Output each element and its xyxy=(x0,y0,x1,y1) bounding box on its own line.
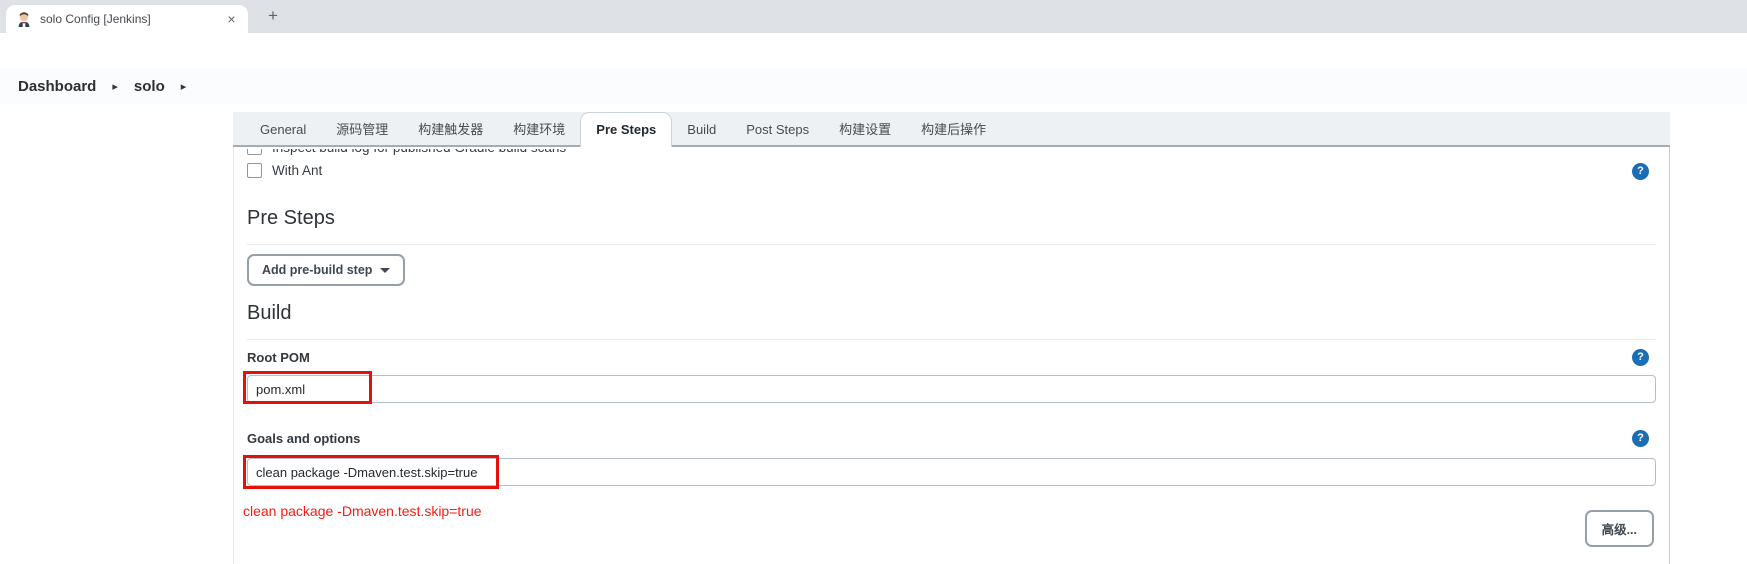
build-heading: Build xyxy=(247,302,291,325)
tab-build[interactable]: Build xyxy=(672,112,731,145)
tab-build-environment[interactable]: 构建环境 xyxy=(498,112,580,145)
browser-tab-title: solo Config [Jenkins] xyxy=(40,12,223,26)
gradle-scan-checkbox[interactable] xyxy=(247,149,262,155)
clipped-row: Inspect build log for published Gradle b… xyxy=(247,149,867,161)
breadcrumb-dashboard[interactable]: Dashboard xyxy=(18,78,96,95)
browser-tab[interactable]: solo Config [Jenkins] × xyxy=(6,5,248,33)
gradle-scan-label: Inspect build log for published Gradle b… xyxy=(272,149,566,155)
browser-toolbar: ! 不安全 192.168.10.22:8080/job/solo/config… xyxy=(0,33,1747,68)
tab-post-steps[interactable]: Post Steps xyxy=(731,112,824,145)
add-pre-build-step-button[interactable]: Add pre-build step xyxy=(247,254,405,286)
annotation-text: clean package -Dmaven.test.skip=true xyxy=(243,503,482,519)
pre-steps-heading: Pre Steps xyxy=(247,207,335,230)
browser-tabstrip: solo Config [Jenkins] × + xyxy=(0,0,1747,33)
tab-source-management[interactable]: 源码管理 xyxy=(321,112,403,145)
with-ant-row: With Ant xyxy=(247,163,322,178)
tab-post-build-actions[interactable]: 构建后操作 xyxy=(906,112,1001,145)
with-ant-label: With Ant xyxy=(272,163,322,178)
config-tabbar: General 源码管理 构建触发器 构建环境 Pre Steps Build … xyxy=(233,112,1670,147)
goals-label: Goals and options xyxy=(247,431,360,446)
screenshot-root: solo Config [Jenkins] × + ! 不安全 192.168.… xyxy=(0,0,1747,564)
section-divider xyxy=(247,244,1656,245)
tab-general[interactable]: General xyxy=(245,112,321,145)
help-icon[interactable]: ? xyxy=(1632,349,1649,366)
tab-pre-steps[interactable]: Pre Steps xyxy=(580,112,672,147)
jenkins-favicon xyxy=(16,11,32,27)
section-divider xyxy=(247,339,1656,340)
with-ant-checkbox[interactable] xyxy=(247,163,262,178)
root-pom-input[interactable] xyxy=(247,375,1656,403)
help-icon[interactable]: ? xyxy=(1632,430,1649,447)
new-tab-button[interactable]: + xyxy=(262,6,284,28)
root-pom-label: Root POM xyxy=(247,350,310,365)
chevron-right-icon[interactable]: ▸ xyxy=(112,80,118,93)
tab-build-settings[interactable]: 构建设置 xyxy=(824,112,906,145)
breadcrumb-solo[interactable]: solo xyxy=(134,78,165,95)
add-pre-build-step-label: Add pre-build step xyxy=(262,263,372,277)
chevron-down-icon xyxy=(380,268,390,273)
chevron-right-icon[interactable]: ▸ xyxy=(181,80,187,93)
tab-build-triggers[interactable]: 构建触发器 xyxy=(403,112,498,145)
breadcrumb: Dashboard ▸ solo ▸ xyxy=(0,68,1747,104)
config-panel: General 源码管理 构建触发器 构建环境 Pre Steps Build … xyxy=(233,112,1670,564)
advanced-button[interactable]: 高级... xyxy=(1585,510,1654,547)
close-tab-icon[interactable]: × xyxy=(223,11,240,28)
help-icon[interactable]: ? xyxy=(1632,163,1649,180)
goals-input[interactable] xyxy=(247,458,1656,486)
